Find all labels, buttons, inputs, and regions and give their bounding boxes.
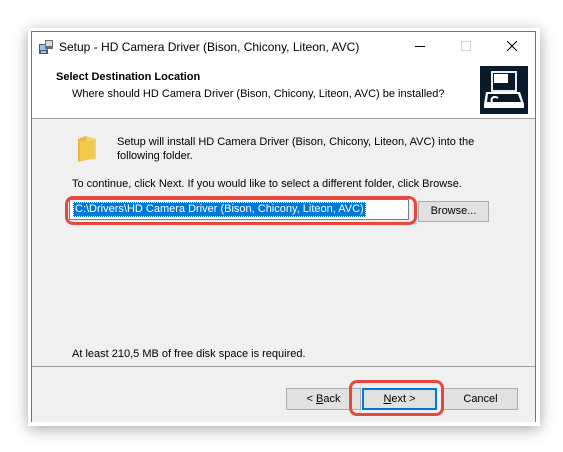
wizard-header: Select Destination Location Where should… bbox=[32, 61, 535, 119]
continue-instructions: To continue, click Next. If you would li… bbox=[72, 178, 462, 190]
setup-window: Setup - HD Camera Driver (Bison, Chicony… bbox=[31, 31, 536, 422]
install-line-2: following folder. bbox=[117, 150, 193, 162]
title-bar[interactable]: Setup - HD Camera Driver (Bison, Chicony… bbox=[32, 32, 535, 61]
minimize-button[interactable] bbox=[397, 32, 443, 61]
close-icon bbox=[507, 41, 517, 51]
cancel-button[interactable]: Cancel bbox=[443, 388, 518, 410]
close-button[interactable] bbox=[489, 32, 535, 61]
destination-path-input[interactable]: C:\Drivers\HD Camera Driver (Bison, Chic… bbox=[69, 199, 409, 220]
back-rest: ack bbox=[323, 393, 341, 405]
disk-space-requirement: At least 210,5 MB of free disk space is … bbox=[72, 348, 306, 360]
destination-path-value: C:\Drivers\HD Camera Driver (Bison, Chic… bbox=[73, 202, 366, 217]
page-subtitle: Where should HD Camera Driver (Bison, Ch… bbox=[72, 88, 445, 100]
next-rest: ext > bbox=[391, 393, 416, 405]
back-button[interactable]: < Back bbox=[286, 388, 361, 410]
page-title: Select Destination Location bbox=[56, 71, 201, 83]
wizard-computer-icon bbox=[478, 64, 530, 116]
wizard-content: Setup will install HD Camera Driver (Bis… bbox=[32, 119, 535, 366]
wizard-footer: < Back Next > Cancel bbox=[32, 366, 535, 422]
maximize-button[interactable] bbox=[443, 32, 489, 61]
install-line-1: Setup will install HD Camera Driver (Bis… bbox=[117, 136, 475, 148]
folder-icon bbox=[78, 136, 96, 162]
next-button[interactable]: Next > bbox=[362, 388, 437, 410]
back-prefix: < bbox=[306, 393, 316, 405]
browse-button[interactable]: Browse... bbox=[418, 201, 489, 222]
install-description: Setup will install HD Camera Driver (Bis… bbox=[117, 135, 517, 163]
window-title: Setup - HD Camera Driver (Bison, Chicony… bbox=[59, 40, 360, 54]
setup-app-icon bbox=[39, 40, 53, 54]
minimize-icon bbox=[415, 46, 425, 47]
maximize-icon bbox=[461, 41, 471, 51]
